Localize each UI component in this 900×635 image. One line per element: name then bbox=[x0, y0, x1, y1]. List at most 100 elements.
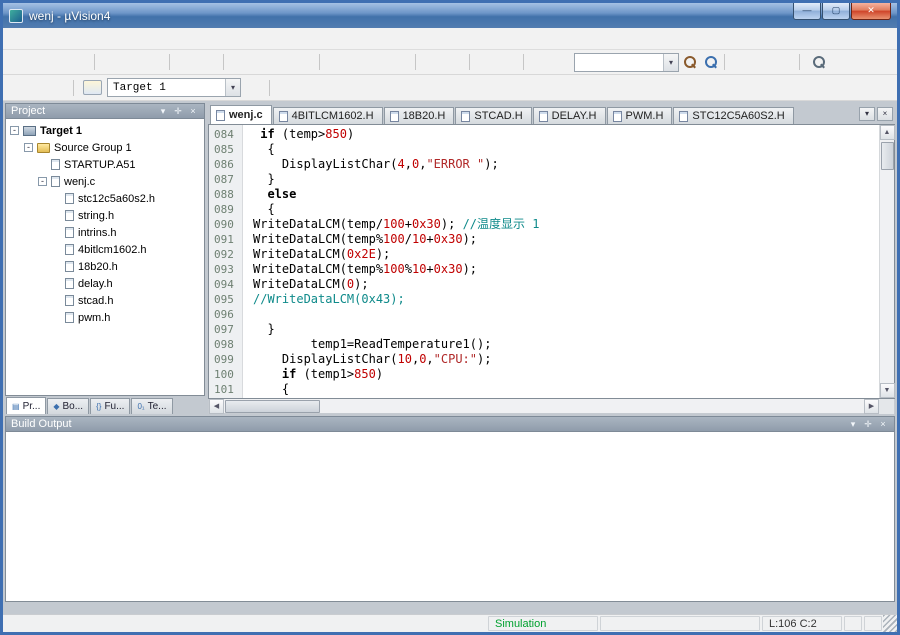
scrollbar-thumb[interactable] bbox=[225, 400, 320, 413]
jump-back-icon[interactable] bbox=[275, 53, 295, 71]
expander-icon[interactable]: - bbox=[24, 143, 33, 152]
expander-icon[interactable] bbox=[52, 245, 61, 254]
code-line[interactable]: 092WriteDataLCM(0x2E); bbox=[209, 247, 879, 262]
code-line[interactable]: 100 if (temp1>850) bbox=[209, 367, 879, 382]
expander-icon[interactable] bbox=[38, 160, 47, 169]
zoom-icon[interactable] bbox=[809, 53, 829, 71]
target-select[interactable]: Target 1 ▾ bbox=[107, 78, 241, 97]
tree-item[interactable]: - Target 1 bbox=[6, 122, 204, 139]
rebuild-all-icon[interactable] bbox=[50, 79, 70, 97]
save-all-icon[interactable] bbox=[71, 53, 91, 71]
close-tab-icon[interactable]: × bbox=[877, 107, 893, 121]
bookmark-next-icon[interactable] bbox=[371, 53, 391, 71]
menu-item[interactable] bbox=[23, 36, 39, 42]
toolbar-icon[interactable] bbox=[94, 54, 101, 70]
paste-icon[interactable] bbox=[146, 53, 166, 71]
panel-menu-icon[interactable]: ▾ bbox=[157, 105, 169, 117]
expander-icon[interactable] bbox=[52, 211, 61, 220]
menu-item[interactable] bbox=[119, 36, 135, 42]
layout-caret-icon[interactable] bbox=[851, 53, 871, 71]
toolbar-icon[interactable] bbox=[269, 80, 276, 96]
tree-item[interactable]: delay.h bbox=[6, 275, 204, 292]
manage-components-icon[interactable] bbox=[300, 79, 320, 97]
code-line[interactable]: 093WriteDataLCM(temp%100%10+0x30); bbox=[209, 262, 879, 277]
bookmark-clear-icon[interactable] bbox=[392, 53, 412, 71]
expander-icon[interactable]: - bbox=[38, 177, 47, 186]
find-combo[interactable]: ▾ bbox=[574, 53, 679, 72]
uncomment-icon[interactable] bbox=[500, 53, 520, 71]
indent-icon[interactable] bbox=[425, 53, 445, 71]
code-line[interactable]: 089 { bbox=[209, 202, 879, 217]
bookmark-prev-icon[interactable] bbox=[350, 53, 370, 71]
toolbar-icon[interactable] bbox=[523, 54, 530, 70]
toolbar-icon[interactable] bbox=[319, 54, 326, 70]
scroll-left-icon[interactable]: ◀ bbox=[209, 399, 224, 414]
editor-tab[interactable]: STC12C5A60S2.H bbox=[673, 107, 793, 124]
expander-icon[interactable] bbox=[52, 262, 61, 271]
outdent-icon[interactable] bbox=[446, 53, 466, 71]
editor-tab[interactable]: wenj.c bbox=[210, 105, 272, 124]
snippets-icon[interactable] bbox=[533, 53, 553, 71]
find-icon[interactable] bbox=[701, 53, 721, 71]
tree-item[interactable]: STARTUP.A51 bbox=[6, 156, 204, 173]
code-line[interactable]: 097 } bbox=[209, 322, 879, 337]
open-file-icon[interactable] bbox=[29, 53, 49, 71]
code-line[interactable]: 098 temp1=ReadTemperature1(); bbox=[209, 337, 879, 352]
expander-icon[interactable] bbox=[52, 313, 61, 322]
close-icon[interactable]: × bbox=[187, 105, 199, 117]
toolbar-icon[interactable] bbox=[469, 54, 476, 70]
tree-item[interactable]: pwm.h bbox=[6, 309, 204, 326]
menu-item[interactable] bbox=[103, 36, 119, 42]
undo-icon[interactable] bbox=[179, 53, 199, 71]
toolbar-icon[interactable] bbox=[799, 54, 806, 70]
code-area[interactable]: 084 if (temp>850)085 {086 DisplayListCha… bbox=[209, 125, 879, 398]
menu-item[interactable] bbox=[39, 36, 55, 42]
code-line[interactable]: 095//WriteDataLCM(0x43); bbox=[209, 292, 879, 307]
expander-icon[interactable] bbox=[52, 194, 61, 203]
tree-item[interactable]: 18b20.h bbox=[6, 258, 204, 275]
editor-tab[interactable]: DELAY.H bbox=[533, 107, 606, 124]
tree-item[interactable]: stcad.h bbox=[6, 292, 204, 309]
menu-item[interactable] bbox=[167, 36, 183, 42]
jump-forward-icon[interactable] bbox=[296, 53, 316, 71]
build-output-content[interactable] bbox=[5, 432, 895, 602]
code-line[interactable]: 085 { bbox=[209, 142, 879, 157]
code-line[interactable]: 091WriteDataLCM(temp%100/10+0x30); bbox=[209, 232, 879, 247]
code-line[interactable]: 090WriteDataLCM(temp/100+0x30); //温度显示 1 bbox=[209, 217, 879, 232]
tree-item[interactable]: 4bitlcm1602.h bbox=[6, 241, 204, 258]
menu-item[interactable] bbox=[87, 36, 103, 42]
tree-item[interactable]: stc12c5a60s2.h bbox=[6, 190, 204, 207]
toolbar-icon[interactable] bbox=[73, 80, 80, 96]
translate-file-icon[interactable] bbox=[8, 79, 28, 97]
breakpoint-kill-all-icon[interactable] bbox=[776, 53, 796, 71]
code-line[interactable]: 087 } bbox=[209, 172, 879, 187]
close-button[interactable]: ✕ bbox=[851, 3, 891, 20]
toolbar-icon[interactable] bbox=[724, 54, 731, 70]
expander-icon[interactable] bbox=[52, 279, 61, 288]
code-line[interactable]: 086 DisplayListChar(4,0,"ERROR "); bbox=[209, 157, 879, 172]
code-line[interactable]: 099 DisplayListChar(10,0,"CPU:"); bbox=[209, 352, 879, 367]
find-text-input[interactable] bbox=[575, 55, 663, 70]
breakpoint-toggle-icon[interactable] bbox=[734, 53, 754, 71]
toolbar-icon[interactable] bbox=[169, 54, 176, 70]
toolbar-icon[interactable] bbox=[223, 54, 230, 70]
copy-icon[interactable] bbox=[125, 53, 145, 71]
chevron-down-icon[interactable]: ▾ bbox=[663, 54, 678, 71]
horizontal-scrollbar[interactable]: ◀ ▶ bbox=[208, 399, 895, 414]
tab-list-icon[interactable]: ▾ bbox=[859, 107, 875, 121]
new-file-icon[interactable] bbox=[8, 53, 28, 71]
panel-tab[interactable]: {} Fu... bbox=[90, 398, 130, 414]
file-extensions-icon[interactable] bbox=[279, 79, 299, 97]
title-bar[interactable]: wenj - µVision4 — ▢ ✕ bbox=[3, 3, 897, 28]
menu-item[interactable] bbox=[7, 36, 23, 42]
bookmark-toggle-icon[interactable] bbox=[329, 53, 349, 71]
expander-icon[interactable] bbox=[52, 228, 61, 237]
save-file-icon[interactable] bbox=[50, 53, 70, 71]
scroll-down-icon[interactable]: ▼ bbox=[880, 383, 895, 398]
maximize-button[interactable]: ▢ bbox=[822, 3, 850, 20]
resize-grip[interactable] bbox=[883, 615, 897, 632]
pin-icon[interactable]: ✛ bbox=[862, 418, 874, 430]
editor-tab[interactable]: STCAD.H bbox=[455, 107, 531, 124]
flash-download-icon[interactable] bbox=[83, 80, 102, 95]
tree-item[interactable]: intrins.h bbox=[6, 224, 204, 241]
